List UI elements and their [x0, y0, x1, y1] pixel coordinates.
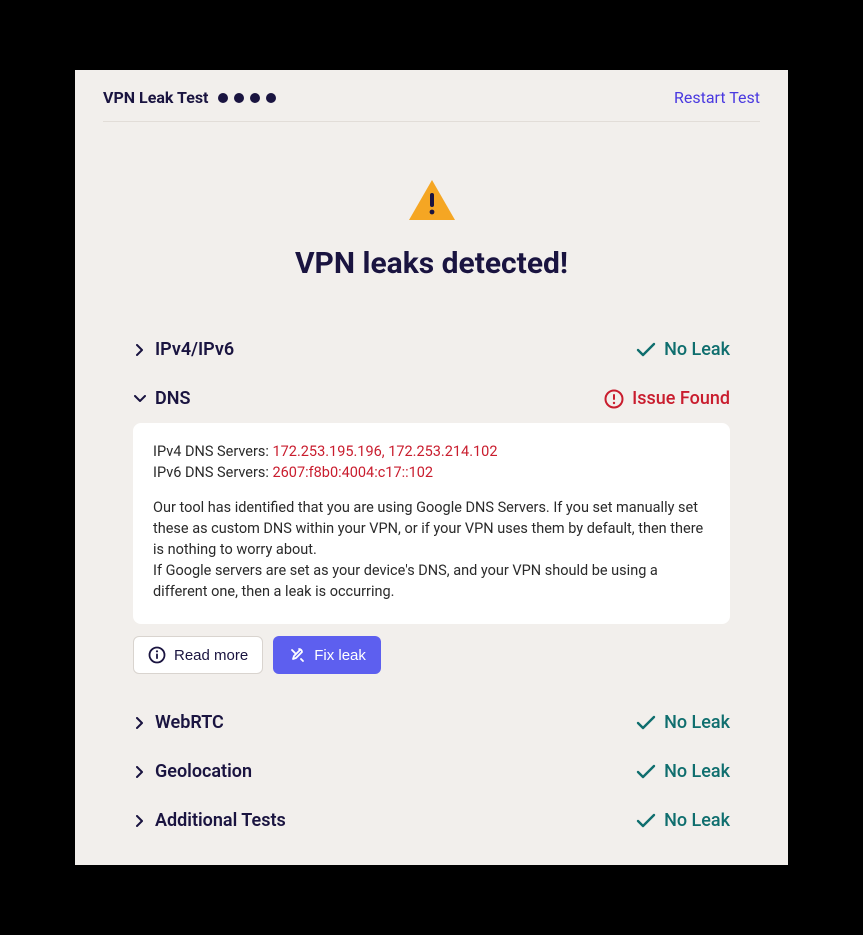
check-icon — [636, 715, 656, 731]
fix-leak-button[interactable]: Fix leak — [273, 636, 381, 674]
progress-dot — [218, 93, 228, 103]
progress-dot — [250, 93, 260, 103]
ipv6-dns-value: 2607:f8b0:4004:c17::102 — [273, 464, 434, 481]
section-name: Additional Tests — [155, 810, 286, 831]
chevron-right-icon — [133, 344, 147, 356]
status-text: No Leak — [664, 810, 730, 831]
section-name: Geolocation — [155, 761, 252, 782]
progress-dots — [218, 93, 276, 103]
info-circle-icon — [148, 646, 166, 664]
section-row-dns[interactable]: DNS Issue Found — [133, 374, 730, 423]
read-more-button[interactable]: Read more — [133, 636, 263, 674]
status-badge: No Leak — [636, 761, 730, 782]
section-name: DNS — [155, 388, 190, 409]
hero-title: VPN leaks detected! — [295, 246, 568, 281]
check-icon — [636, 342, 656, 358]
section-row-ipv4ipv6[interactable]: IPv4/IPv6 No Leak — [133, 325, 730, 374]
chevron-right-icon — [133, 815, 147, 827]
status-text: No Leak — [664, 339, 730, 360]
section-row-geolocation[interactable]: Geolocation No Leak — [133, 747, 730, 796]
restart-test-link[interactable]: Restart Test — [674, 88, 760, 107]
dns-servers-block: IPv4 DNS Servers: 172.253.195.196, 172.2… — [153, 441, 710, 483]
status-badge: No Leak — [636, 712, 730, 733]
tools-icon — [288, 646, 306, 664]
alert-circle-icon — [604, 389, 624, 409]
vpn-leak-test-card: VPN Leak Test Restart Test VPN leaks det… — [75, 70, 788, 865]
dns-explanation-1: Our tool has identified that you are usi… — [153, 497, 710, 560]
progress-dot — [266, 93, 276, 103]
warning-triangle-icon — [407, 178, 457, 222]
card-header: VPN Leak Test Restart Test — [103, 88, 760, 122]
status-badge: Issue Found — [604, 388, 730, 409]
hero: VPN leaks detected! — [103, 178, 760, 281]
ipv4-dns-value: 172.253.195.196, 172.253.214.102 — [273, 443, 498, 460]
section-name: WebRTC — [155, 712, 224, 733]
fix-leak-label: Fix leak — [314, 647, 366, 664]
dns-details-panel: IPv4 DNS Servers: 172.253.195.196, 172.2… — [133, 423, 730, 624]
dns-explanation-2: If Google servers are set as your device… — [153, 560, 710, 602]
card-title: VPN Leak Test — [103, 88, 208, 107]
chevron-down-icon — [133, 395, 147, 403]
read-more-label: Read more — [174, 647, 248, 664]
chevron-right-icon — [133, 766, 147, 778]
status-badge: No Leak — [636, 339, 730, 360]
status-text: Issue Found — [632, 388, 730, 409]
check-icon — [636, 813, 656, 829]
card-header-left: VPN Leak Test — [103, 88, 276, 107]
status-text: No Leak — [664, 712, 730, 733]
status-text: No Leak — [664, 761, 730, 782]
status-badge: No Leak — [636, 810, 730, 831]
dns-panel-actions: Read more Fix leak — [133, 636, 730, 674]
section-name: IPv4/IPv6 — [155, 339, 234, 360]
chevron-right-icon — [133, 717, 147, 729]
ipv6-dns-label: IPv6 DNS Servers: — [153, 464, 273, 481]
progress-dot — [234, 93, 244, 103]
sections-list: IPv4/IPv6 No Leak DNS — [103, 325, 760, 845]
check-icon — [636, 764, 656, 780]
section-row-webrtc[interactable]: WebRTC No Leak — [133, 698, 730, 747]
section-row-additional-tests[interactable]: Additional Tests No Leak — [133, 796, 730, 845]
ipv4-dns-label: IPv4 DNS Servers: — [153, 443, 273, 460]
